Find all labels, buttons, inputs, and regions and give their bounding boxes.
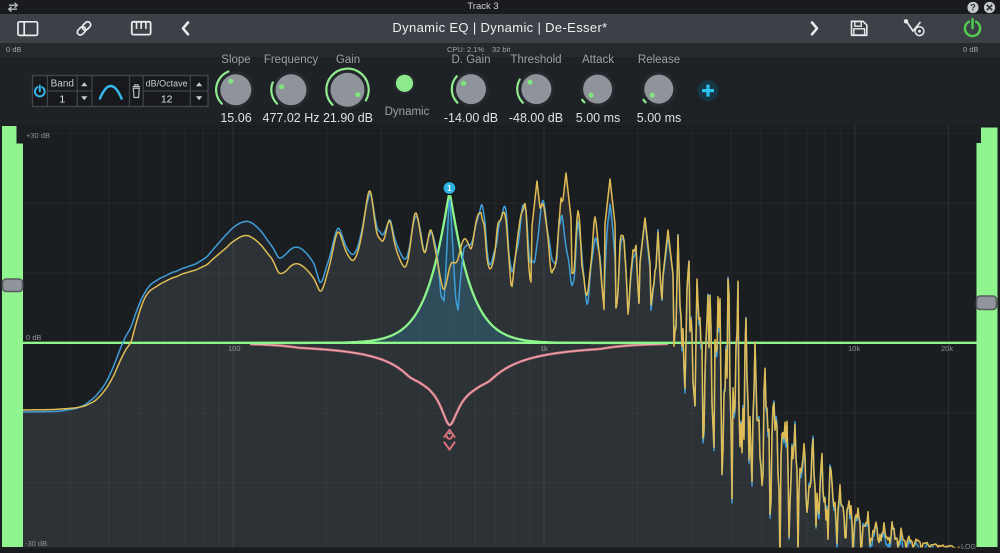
svg-text:12: 12 bbox=[161, 93, 173, 105]
svg-text:1: 1 bbox=[447, 184, 452, 193]
svg-text:100: 100 bbox=[228, 344, 241, 353]
svg-text:1k: 1k bbox=[540, 344, 548, 353]
svg-text:20k: 20k bbox=[941, 344, 953, 353]
svg-text:?: ? bbox=[970, 3, 976, 13]
svg-text:dB/Octave: dB/Octave bbox=[146, 78, 188, 88]
svg-text:0 dB: 0 dB bbox=[26, 333, 41, 342]
svg-text:1: 1 bbox=[59, 93, 65, 105]
svg-text:10k: 10k bbox=[848, 344, 860, 353]
svg-text:+30 dB: +30 dB bbox=[26, 131, 50, 140]
svg-text:Band: Band bbox=[51, 79, 74, 90]
